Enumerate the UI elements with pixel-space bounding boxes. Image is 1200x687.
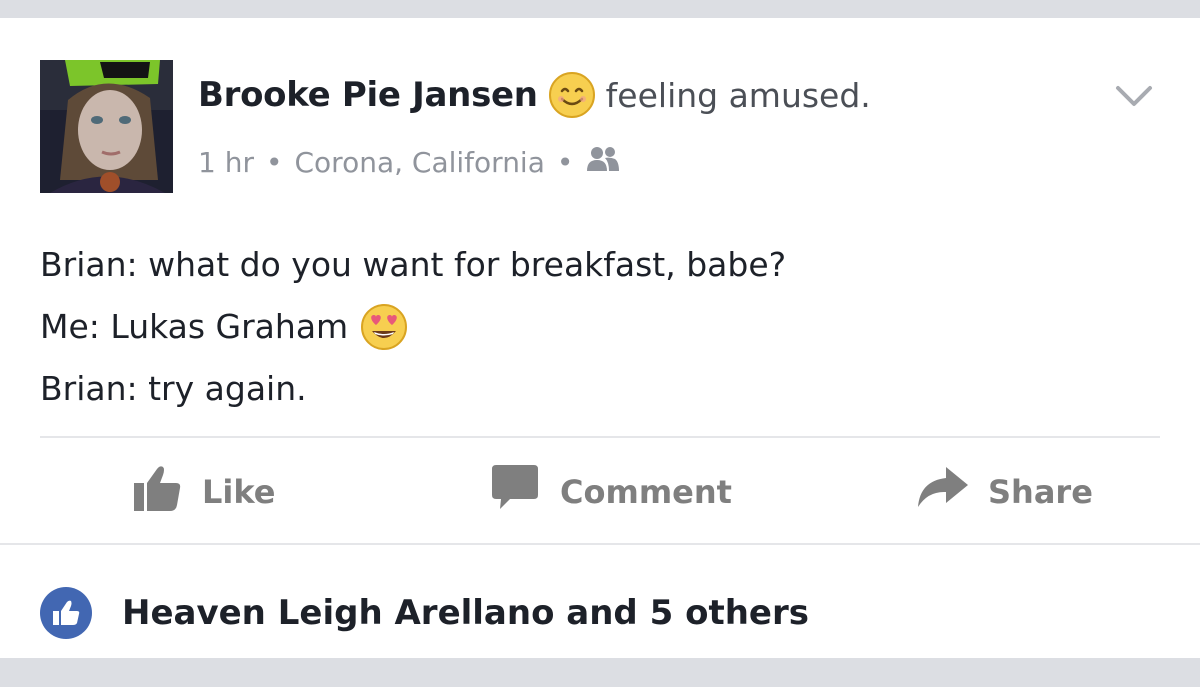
post-line: Brian: what do you want for breakfast, b…: [40, 245, 787, 284]
avatar[interactable]: [40, 60, 173, 193]
post-meta: 1 hr • Corona, California •: [198, 142, 621, 182]
post-card: Brooke Pie Jansen feeling amused. 1 hr •…: [0, 18, 1200, 658]
comment-icon: [488, 461, 542, 523]
reactions-text: Heaven Leigh Arellano and 5 others: [122, 593, 809, 633]
like-reaction-icon: [40, 587, 92, 639]
smiling-face-icon: [548, 71, 596, 119]
post-line-text: Me: Lukas Graham: [40, 307, 349, 346]
share-label: Share: [988, 473, 1093, 511]
comment-label: Comment: [560, 473, 732, 511]
post-line: Brian: try again.: [40, 369, 307, 408]
share-arrow-icon: [916, 461, 970, 523]
comment-button[interactable]: Comment: [488, 464, 732, 520]
post-time[interactable]: 1 hr: [198, 146, 254, 179]
meta-separator: •: [265, 145, 283, 179]
share-button[interactable]: Share: [916, 464, 1093, 520]
meta-separator: •: [556, 145, 574, 179]
friends-icon[interactable]: [585, 145, 621, 180]
post-header: Brooke Pie Jansen feeling amused.: [198, 70, 871, 120]
like-button[interactable]: Like: [130, 464, 275, 520]
feeling-text: feeling amused.: [605, 75, 871, 115]
post-body: Brian: what do you want for breakfast, b…: [40, 234, 1150, 420]
divider: [40, 436, 1160, 438]
heart-eyes-emoji-icon: [360, 303, 408, 351]
like-label: Like: [202, 473, 276, 511]
thumbs-up-icon: [130, 461, 184, 523]
post-location[interactable]: Corona, California: [295, 146, 545, 179]
divider: [0, 543, 1200, 545]
reactions-summary[interactable]: Heaven Leigh Arellano and 5 others: [40, 585, 809, 641]
post-line: Me: Lukas Graham: [40, 296, 1150, 358]
author-name[interactable]: Brooke Pie Jansen: [198, 75, 538, 115]
chevron-down-icon[interactable]: [1114, 82, 1154, 112]
